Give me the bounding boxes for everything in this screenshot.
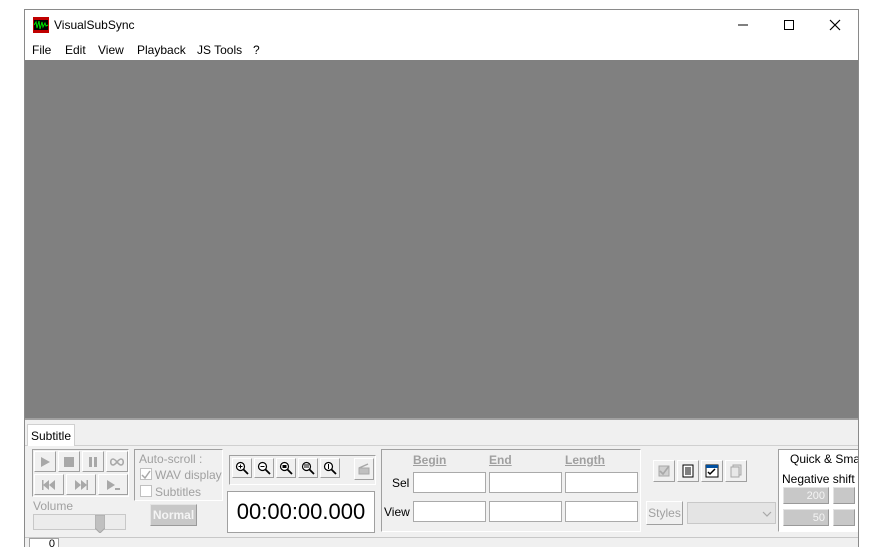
negative-shift-label: Negative shift c: [782, 472, 859, 486]
copy-icon: [730, 464, 742, 478]
play-button[interactable]: [34, 451, 56, 472]
styles-button[interactable]: Styles: [646, 501, 683, 525]
volume-slider-thumb[interactable]: [94, 514, 106, 534]
pause-icon: [89, 456, 97, 467]
autoscroll-label: Auto-scroll :: [139, 452, 203, 466]
menu-edit[interactable]: Edit: [65, 43, 86, 57]
waveform-display[interactable]: [25, 60, 858, 420]
app-logo-icon: [33, 17, 49, 33]
quick-spin-button-2[interactable]: [833, 509, 855, 526]
menu-playback[interactable]: Playback: [137, 43, 186, 57]
tab-subtitle[interactable]: Subtitle: [27, 424, 75, 446]
rewind-button[interactable]: [34, 474, 64, 495]
document-icon: [682, 464, 694, 478]
error-check-button[interactable]: [701, 460, 723, 482]
close-icon: [829, 19, 841, 31]
forward-icon: [75, 479, 88, 490]
copy-button[interactable]: [725, 460, 747, 482]
menu-view[interactable]: View: [98, 43, 124, 57]
scene-marker-icon: [358, 463, 370, 475]
subtitles-label: Subtitles: [155, 485, 202, 499]
quick-value-50-field[interactable]: 50: [783, 509, 829, 526]
sel-label: Sel: [392, 476, 410, 490]
view-end-field[interactable]: [489, 501, 562, 522]
view-length-field[interactable]: [565, 501, 638, 522]
status-strip: [25, 537, 858, 547]
status-counter: 0: [29, 538, 59, 547]
minimize-icon: [738, 24, 748, 26]
menu-help[interactable]: ?: [253, 43, 260, 57]
sel-begin-field[interactable]: [413, 472, 486, 493]
forward-button[interactable]: [66, 474, 96, 495]
menu-js-tools[interactable]: JS Tools: [197, 43, 242, 57]
zoom-vertical-icon: [323, 461, 337, 475]
volume-label: Volume: [33, 499, 74, 513]
zoom-vertical-button[interactable]: [320, 458, 340, 478]
pause-button[interactable]: [82, 451, 104, 472]
subtitles-checkbox[interactable]: [140, 485, 152, 497]
tab-strip: Subtitle: [25, 422, 858, 446]
time-display: 00:00:00.000: [227, 491, 375, 533]
begin-header: Begin: [413, 453, 447, 467]
check-doc-icon: [658, 465, 670, 477]
scene-marker-button[interactable]: [354, 458, 374, 480]
stop-icon: [64, 456, 74, 467]
text-pipe-button[interactable]: [677, 460, 699, 482]
menu-file[interactable]: File: [32, 43, 51, 57]
quick-smart-title: Quick & Smar: [790, 452, 859, 466]
minimize-button[interactable]: [720, 10, 766, 40]
maximize-icon: [784, 20, 794, 30]
play-to-end-icon: [107, 479, 120, 490]
view-label: View: [384, 505, 410, 519]
check-button[interactable]: [653, 460, 675, 482]
zoom-in-icon: [235, 461, 249, 475]
zoom-out-button[interactable]: [254, 458, 274, 478]
wav-display-label: WAV display: [155, 468, 222, 482]
checklist-icon: [705, 464, 719, 478]
zoom-all-icon: [301, 461, 315, 475]
window-title: VisualSubSync: [54, 18, 135, 32]
zoom-selection-button[interactable]: [276, 458, 296, 478]
zoom-selection-icon: [279, 461, 293, 475]
normal-button[interactable]: Normal: [150, 504, 197, 526]
menu-bar: File Edit View Playback JS Tools ?: [25, 40, 858, 60]
maximize-button[interactable]: [766, 10, 812, 40]
zoom-out-icon: [257, 461, 271, 475]
end-header: End: [489, 453, 512, 467]
loop-icon: [109, 457, 125, 466]
play-to-end-button[interactable]: [98, 474, 128, 495]
rewind-icon: [42, 479, 55, 490]
loop-button[interactable]: [106, 451, 128, 472]
play-icon: [41, 456, 50, 467]
chevron-down-icon: [762, 511, 772, 517]
app-window: VisualSubSync File Edit View Playback JS…: [24, 9, 859, 547]
title-bar[interactable]: VisualSubSync: [25, 10, 858, 40]
stop-button[interactable]: [58, 451, 80, 472]
length-header: Length: [565, 453, 605, 467]
wav-display-checkbox[interactable]: [140, 468, 152, 480]
sel-length-field[interactable]: [565, 472, 638, 493]
zoom-in-button[interactable]: [232, 458, 252, 478]
sel-end-field[interactable]: [489, 472, 562, 493]
quick-value-200-field[interactable]: 200: [783, 487, 829, 504]
view-begin-field[interactable]: [413, 501, 486, 522]
styles-dropdown[interactable]: [687, 502, 776, 524]
quick-spin-button-1[interactable]: [833, 487, 855, 504]
volume-slider[interactable]: [33, 514, 126, 534]
close-button[interactable]: [812, 10, 858, 40]
zoom-all-button[interactable]: [298, 458, 318, 478]
check-icon: [141, 470, 151, 480]
